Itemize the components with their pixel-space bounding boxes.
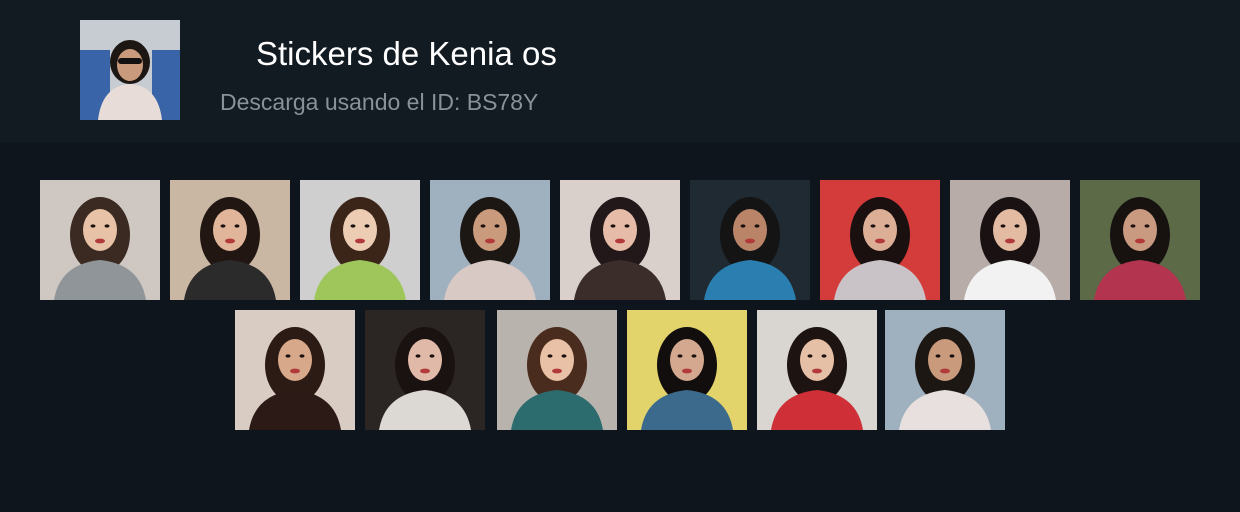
sticker-item[interactable] <box>365 310 485 430</box>
sticker-item[interactable] <box>820 180 940 300</box>
sticker-item[interactable] <box>690 180 810 300</box>
sticker-item[interactable] <box>950 180 1070 300</box>
portrait-photo-icon <box>950 180 1070 300</box>
portrait-photo-icon <box>885 310 1005 430</box>
portrait-photo-icon <box>1080 180 1200 300</box>
sticker-item[interactable] <box>497 310 617 430</box>
sticker-item[interactable] <box>885 310 1005 430</box>
sticker-item[interactable] <box>627 310 747 430</box>
pack-title: Stickers de Kenia os <box>256 35 557 72</box>
sticker-item[interactable] <box>235 310 355 430</box>
sticker-item[interactable] <box>757 310 877 430</box>
portrait-photo-icon <box>690 180 810 300</box>
portrait-photo-icon <box>365 310 485 430</box>
sticker-item[interactable] <box>560 180 680 300</box>
pack-header: Stickers de Kenia os Descarga usando el … <box>0 0 1240 142</box>
portrait-photo-icon <box>560 180 680 300</box>
portrait-photo-icon <box>627 310 747 430</box>
sticker-item[interactable] <box>1080 180 1200 300</box>
pack-id-text: Descarga usando el ID: BS78Y <box>220 89 539 115</box>
portrait-photo-icon <box>820 180 940 300</box>
portrait-photo-icon <box>300 180 420 300</box>
portrait-photo-icon <box>497 310 617 430</box>
sticker-item[interactable] <box>430 180 550 300</box>
sticker-item[interactable] <box>170 180 290 300</box>
sticker-item[interactable] <box>300 180 420 300</box>
portrait-photo-icon <box>757 310 877 430</box>
portrait-photo-icon <box>40 180 160 300</box>
portrait-photo-icon <box>235 310 355 430</box>
portrait-photo-icon <box>80 20 180 120</box>
sticker-item[interactable] <box>40 180 160 300</box>
portrait-photo-icon <box>430 180 550 300</box>
pack-thumbnail[interactable] <box>80 20 180 120</box>
portrait-photo-icon <box>170 180 290 300</box>
